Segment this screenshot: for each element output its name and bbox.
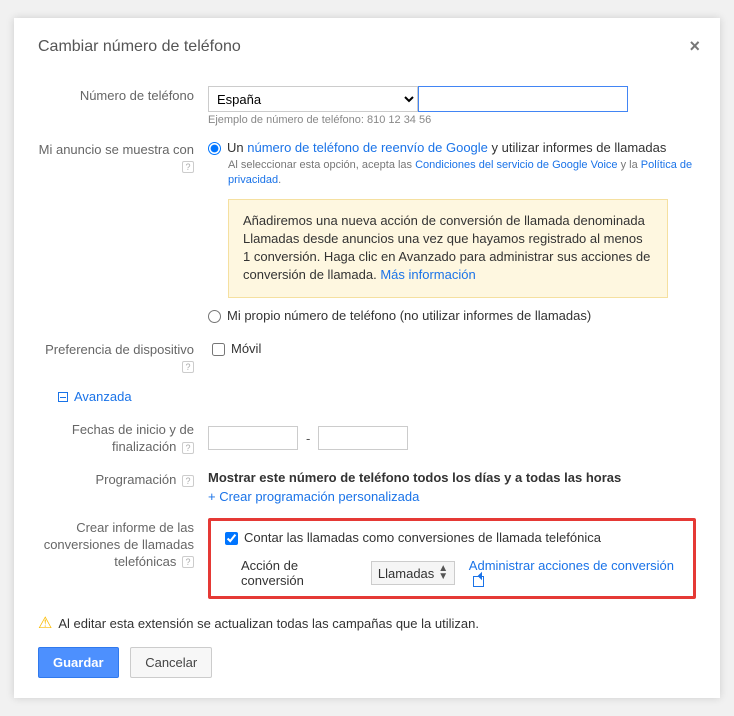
checkbox-mobile-label: Móvil — [231, 340, 261, 355]
row-conversion-report: Crear informe de las conversiones de lla… — [38, 518, 696, 599]
row-device-pref: Preferencia de dispositivo ? Móvil — [38, 340, 696, 376]
phone-example: Ejemplo de número de teléfono: 810 12 34… — [208, 114, 696, 126]
schedule-text: Mostrar este número de teléfono todos lo… — [208, 470, 696, 485]
row-phone: Número de teléfono España Ejemplo de núm… — [38, 86, 696, 126]
conversion-action-select[interactable]: Llamadas ▲▼ — [371, 561, 455, 585]
radio-own-number-label: Mi propio número de teléfono (no utiliza… — [227, 308, 591, 323]
link-voice-terms[interactable]: Condiciones del servicio de Google Voice — [415, 159, 617, 171]
dates-label: Fechas de inicio y de finalización ? — [38, 420, 208, 456]
advanced-toggle[interactable]: Avanzada — [58, 389, 696, 404]
device-pref-label: Preferencia de dispositivo ? — [38, 340, 208, 376]
report-label: Crear informe de las conversiones de lla… — [38, 518, 208, 599]
checkbox-mobile[interactable] — [212, 343, 225, 356]
country-select[interactable]: España — [208, 86, 418, 112]
link-manage-conversion-actions[interactable]: Administrar acciones de conversión — [469, 558, 683, 588]
row-schedule: Programación ? Mostrar este número de te… — [38, 470, 696, 504]
checkbox-count-calls-label: Contar las llamadas como conversiones de… — [244, 530, 601, 545]
help-icon[interactable]: ? — [182, 475, 194, 487]
warning-row: ⚠ Al editar esta extensión se actualizan… — [38, 613, 696, 633]
conversion-action-label: Acción de conversión — [241, 558, 361, 588]
date-separator: - — [306, 431, 310, 446]
help-icon[interactable]: ? — [182, 442, 194, 454]
phone-label: Número de teléfono — [38, 86, 208, 126]
phone-input[interactable] — [418, 86, 628, 112]
help-icon[interactable]: ? — [182, 361, 194, 373]
help-icon[interactable]: ? — [182, 161, 194, 173]
row-show-with: Mi anuncio se muestra con ? Un número de… — [38, 140, 696, 326]
button-row: Guardar Cancelar — [38, 647, 696, 678]
link-more-info[interactable]: Más información — [380, 267, 475, 282]
warning-text: Al editar esta extensión se actualizan t… — [58, 616, 479, 631]
end-date-input[interactable] — [318, 426, 408, 450]
close-icon[interactable]: × — [689, 36, 700, 57]
help-icon[interactable]: ? — [182, 556, 194, 568]
schedule-label: Programación ? — [38, 470, 208, 504]
external-link-icon — [473, 576, 484, 587]
save-button[interactable]: Guardar — [38, 647, 119, 678]
radio-own-number[interactable] — [208, 310, 221, 323]
warning-icon: ⚠ — [38, 613, 52, 633]
modal-change-phone: × Cambiar número de teléfono Número de t… — [14, 18, 720, 698]
link-google-forward-number[interactable]: número de teléfono de reenvío de Google — [247, 140, 488, 155]
conversion-highlight-box: Contar las llamadas como conversiones de… — [208, 518, 696, 599]
radio-google-forward[interactable] — [208, 142, 221, 155]
cancel-button[interactable]: Cancelar — [130, 647, 212, 678]
radio-google-forward-label: Un número de teléfono de reenvío de Goog… — [227, 140, 666, 155]
info-box: Añadiremos una nueva acción de conversió… — [228, 199, 668, 298]
fineprint: Al seleccionar esta opción, acepta las C… — [228, 158, 696, 189]
link-create-schedule[interactable]: + Crear programación personalizada — [208, 489, 696, 504]
checkbox-count-calls[interactable] — [225, 532, 238, 545]
modal-title: Cambiar número de teléfono — [38, 38, 696, 56]
collapse-icon — [58, 392, 68, 402]
row-dates: Fechas de inicio y de finalización ? - — [38, 420, 696, 456]
sort-icon: ▲▼ — [438, 565, 448, 581]
show-with-label: Mi anuncio se muestra con ? — [38, 140, 208, 326]
start-date-input[interactable] — [208, 426, 298, 450]
